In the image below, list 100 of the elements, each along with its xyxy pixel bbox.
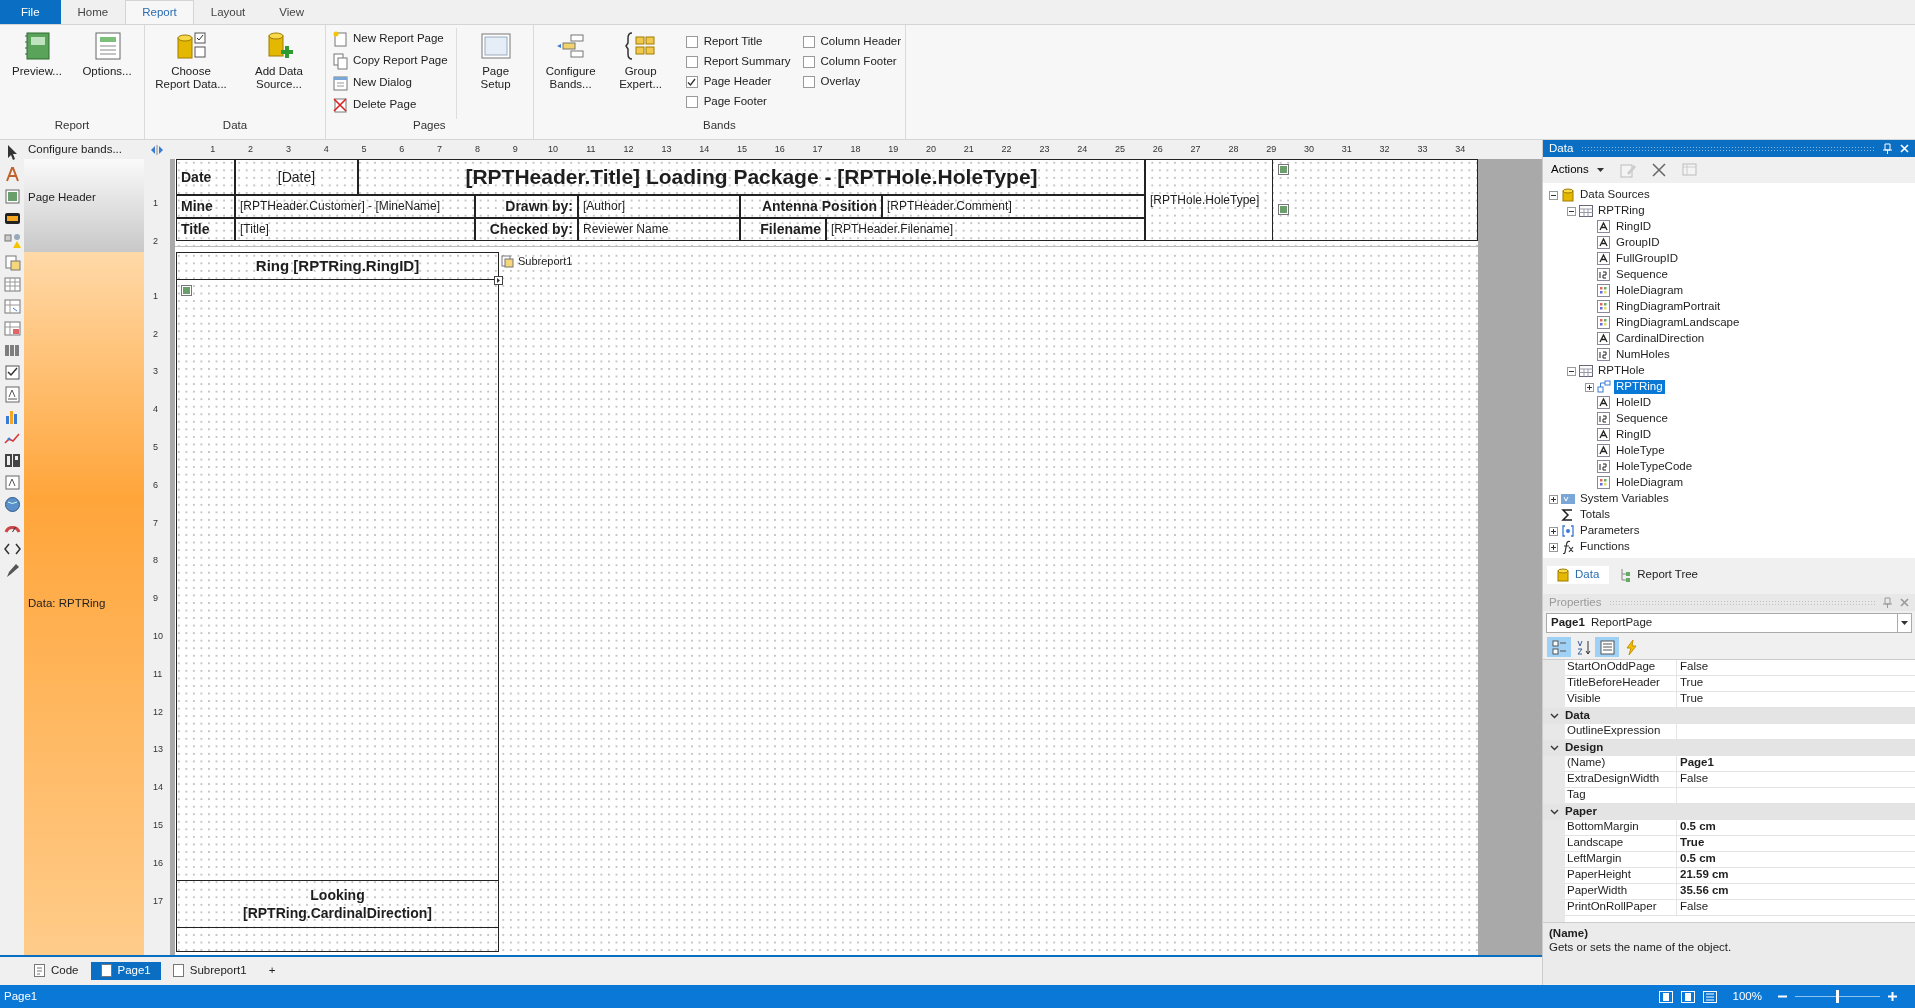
band-label-panel[interactable]: Page Header <box>24 159 144 252</box>
report-field[interactable]: Reviewer Name <box>578 218 740 241</box>
pin-icon[interactable] <box>1883 597 1892 608</box>
tree-item[interactable]: RPTRing <box>1614 380 1665 394</box>
ribbon-button[interactable]: Configure Bands... <box>537 28 604 119</box>
report-label[interactable]: Checked by: <box>475 218 578 241</box>
report-field[interactable]: [RPTHeader.Customer] - [MineName] <box>235 195 475 218</box>
report-field[interactable]: [RPTHole.HoleType] <box>1145 159 1273 241</box>
tree-item[interactable]: RingID <box>1614 220 1654 234</box>
report-label[interactable]: [RPTHeader.Title] Loading Package - [RPTHole.HoleType] <box>358 159 1145 195</box>
tree-item[interactable]: RingID <box>1614 428 1654 442</box>
digits-icon[interactable] <box>3 452 21 469</box>
tree-item[interactable]: HoleTypeCode <box>1614 460 1695 474</box>
view-mode-icon[interactable] <box>1658 990 1673 1003</box>
ribbon-button[interactable]: Delete Page <box>330 94 450 116</box>
report-label[interactable]: Date <box>176 159 235 195</box>
property-value[interactable]: 21.59 cm <box>1677 868 1915 883</box>
text-tool-icon[interactable] <box>3 166 21 183</box>
globe-icon[interactable] <box>3 496 21 513</box>
tree-item[interactable]: Parameters <box>1578 524 1642 538</box>
list-view-icon[interactable] <box>1702 990 1717 1003</box>
report-field[interactable]: [RPTHeader.Comment] <box>882 195 1145 218</box>
ribbon-tab[interactable]: Layout <box>193 0 263 24</box>
band-label-panel[interactable]: Data: RPTRing <box>24 252 144 955</box>
panel-tab[interactable]: Data <box>1547 566 1610 584</box>
checkbox[interactable] <box>685 36 698 48</box>
report-label[interactable]: Antenna Position <box>740 195 882 218</box>
svg-tool-icon[interactable] <box>3 210 21 227</box>
checkbox[interactable] <box>802 56 815 68</box>
report-label[interactable]: Looking [RPTRing.CardinalDirection] <box>176 880 499 928</box>
configure-bands-link[interactable]: Configure bands... <box>28 142 122 157</box>
tree-item[interactable]: NumHoles <box>1614 348 1672 362</box>
expander[interactable] <box>1549 494 1558 504</box>
property-value[interactable]: 0.5 cm <box>1677 820 1915 835</box>
tree-item[interactable]: HoleDiagram <box>1614 284 1686 298</box>
text-box-icon[interactable] <box>3 474 21 491</box>
expander[interactable] <box>1567 206 1576 216</box>
property-value[interactable]: 35.56 cm <box>1677 884 1915 899</box>
ribbon-button[interactable]: New Dialog <box>330 72 450 94</box>
table-icon[interactable] <box>3 276 21 293</box>
ribbon-button[interactable]: Choose Report Data... <box>149 28 233 119</box>
barcode-icon[interactable] <box>3 342 21 359</box>
ribbon-tab[interactable]: View <box>262 0 321 24</box>
tree-item[interactable]: Totals <box>1578 508 1613 522</box>
zoom-slider-thumb[interactable] <box>1836 990 1839 1003</box>
checkbox[interactable] <box>685 56 698 68</box>
checkbox[interactable] <box>685 76 698 88</box>
expander[interactable] <box>1549 526 1558 536</box>
ribbon-tab[interactable]: Report <box>125 0 194 24</box>
tree-item[interactable]: RPTRing <box>1596 204 1647 218</box>
tree-item[interactable]: GroupID <box>1614 236 1662 250</box>
property-value[interactable]: 0.5 cm <box>1677 852 1915 867</box>
checkbox-icon[interactable] <box>3 364 21 381</box>
page-view-icon[interactable] <box>1680 990 1695 1003</box>
close-icon[interactable] <box>1900 598 1909 607</box>
report-field[interactable]: [Author] <box>578 195 740 218</box>
rich-text-icon[interactable] <box>3 386 21 403</box>
file-menu-tab[interactable]: File <box>0 0 61 24</box>
ribbon-button[interactable]: Copy Report Page <box>330 50 450 72</box>
tree-item[interactable]: RPTHole <box>1596 364 1647 378</box>
shapes-icon[interactable] <box>3 232 21 249</box>
report-field[interactable]: [RPTHeader.Filename] <box>826 218 1145 241</box>
tree-item[interactable]: System Variables <box>1578 492 1671 506</box>
ribbon-button[interactable]: New Report Page <box>330 28 450 50</box>
tree-item[interactable]: Data Sources <box>1578 188 1652 202</box>
property-value[interactable]: False <box>1677 900 1915 915</box>
property-value[interactable]: False <box>1677 660 1915 675</box>
zoom-in-icon[interactable] <box>1888 992 1897 1001</box>
tree-item[interactable]: Sequence <box>1614 268 1670 282</box>
picture-icon[interactable] <box>3 188 21 205</box>
tree-item[interactable]: HoleID <box>1614 396 1654 410</box>
add-page-button[interactable]: + <box>258 962 286 980</box>
report-label[interactable]: Mine <box>176 195 235 218</box>
ribbon-button[interactable]: Page Setup <box>462 28 529 119</box>
expander[interactable] <box>1567 366 1576 376</box>
matrix-icon[interactable] <box>3 298 21 315</box>
object-selector[interactable]: Page1 ReportPage <box>1546 613 1912 633</box>
property-value[interactable]: True <box>1677 692 1915 707</box>
ribbon-tab[interactable]: Home <box>60 0 126 24</box>
ribbon-button[interactable]: Group Expert... <box>607 28 674 119</box>
tree-item[interactable]: FullGroupID <box>1614 252 1680 266</box>
ribbon-button[interactable]: Options... <box>74 28 140 119</box>
report-label[interactable]: Filename <box>740 218 826 241</box>
report-field[interactable]: [Date] <box>235 159 358 195</box>
toolbar-toggle[interactable] <box>1547 637 1571 657</box>
report-label[interactable]: Title <box>176 218 235 241</box>
report-field[interactable]: [Title] <box>235 218 475 241</box>
tree-item[interactable]: HoleDiagram <box>1614 476 1686 490</box>
property-value[interactable]: Page1 <box>1677 756 1915 771</box>
tree-item[interactable]: HoleType <box>1614 444 1667 458</box>
tree-item[interactable]: RingDiagramLandscape <box>1614 316 1742 330</box>
property-value[interactable]: True <box>1677 836 1915 851</box>
expander[interactable] <box>1549 542 1558 552</box>
tree-item[interactable]: RingDiagramPortrait <box>1614 300 1723 314</box>
page-tab[interactable]: Page1 <box>90 962 161 980</box>
cross-table-icon[interactable] <box>3 320 21 337</box>
panel-tab[interactable]: Report Tree <box>1609 566 1709 584</box>
actions-dropdown[interactable]: Actions <box>1551 163 1604 177</box>
checkbox[interactable] <box>685 96 698 108</box>
tree-item[interactable]: Functions <box>1578 540 1632 554</box>
